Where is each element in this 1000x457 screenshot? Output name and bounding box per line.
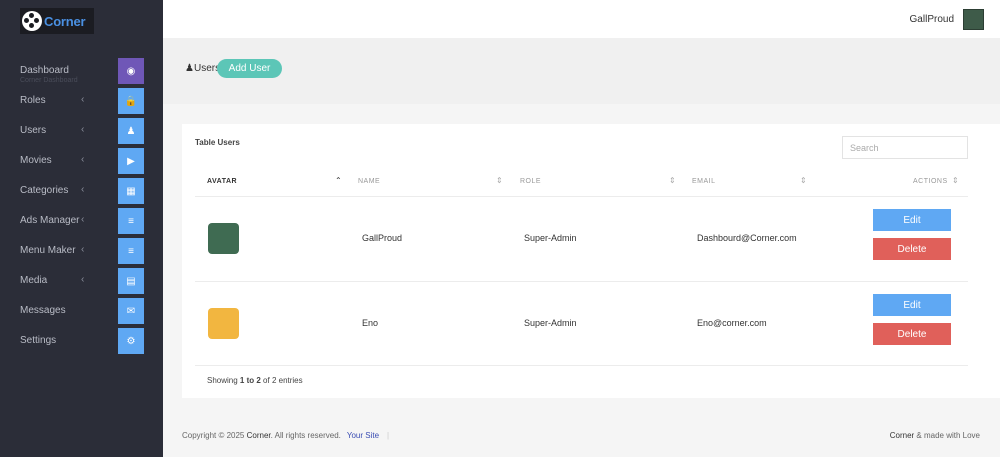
user-name[interactable]: GallProud <box>910 14 954 25</box>
row-avatar <box>208 223 239 254</box>
row-role: Super-Admin <box>524 318 577 328</box>
sidebar-item-label: Roles <box>20 95 46 106</box>
sidebar-item-ads-manager[interactable]: Ads Manager ‹ ≡ <box>0 206 163 236</box>
inbox-icon[interactable]: ✉ <box>118 298 144 324</box>
row-name: Eno <box>362 318 379 328</box>
delete-button[interactable]: Delete <box>873 238 951 260</box>
table-title: Table Users <box>195 138 240 147</box>
divider <box>195 365 968 366</box>
chevron-left-icon[interactable]: ‹ <box>81 184 84 195</box>
sidebar-item-label: Movies <box>20 155 52 166</box>
user-avatar[interactable] <box>963 9 984 30</box>
chevron-left-icon[interactable]: ‹ <box>81 154 84 165</box>
sidebar: Corner Dashboard Corner Dashboard ◉ Roles ‹ 🔒… <box>0 0 163 457</box>
chevron-left-icon[interactable]: ‹ <box>81 214 84 225</box>
sidebar-item-settings[interactable]: Settings ⚙ <box>0 326 163 356</box>
sidebar-item-dashboard[interactable]: Dashboard Corner Dashboard ◉ <box>0 56 163 86</box>
chevron-left-icon[interactable]: ‹ <box>81 124 84 135</box>
your-site-link[interactable]: Your Site <box>347 431 379 440</box>
folder-icon[interactable]: ▤ <box>118 268 144 294</box>
gear-icon[interactable]: ⚙ <box>118 328 144 354</box>
chevron-left-icon[interactable]: ‹ <box>81 274 84 285</box>
sidebar-item-label: Messages <box>20 305 66 316</box>
copyright: Copyright © 2025 Corner. All rights rese… <box>182 431 390 440</box>
app-name: Corner <box>44 13 86 29</box>
sidebar-item-media[interactable]: Media ‹ ▤ <box>0 266 163 296</box>
list-icon[interactable]: ≡ <box>118 208 144 234</box>
lock-icon[interactable]: 🔒 <box>118 88 144 114</box>
delete-button[interactable]: Delete <box>873 323 951 345</box>
table-row: GallProud Super-Admin Dashbourd@Corner.c… <box>182 196 1000 280</box>
sort-icon[interactable]: ⇕ <box>952 176 959 185</box>
column-header-avatar[interactable]: AVATAR <box>207 178 237 185</box>
sidebar-item-menu-maker[interactable]: Menu Maker ‹ ≡ <box>0 236 163 266</box>
target-icon[interactable]: ◉ <box>118 58 144 84</box>
column-header-name[interactable]: NAME <box>358 178 380 185</box>
edit-button[interactable]: Edit <box>873 209 951 231</box>
column-header-email[interactable]: EMAIL <box>692 178 716 185</box>
chevron-left-icon[interactable]: ‹ <box>81 94 84 105</box>
sidebar-item-users[interactable]: Users ‹ ♟ <box>0 116 163 146</box>
sort-icon[interactable]: ⇕ <box>800 176 807 185</box>
column-header-role[interactable]: ROLE <box>520 178 541 185</box>
person-icon[interactable]: ♟ <box>118 118 144 144</box>
sidebar-item-label: Ads Manager <box>20 215 80 226</box>
page-header: ♟Users Add User <box>163 38 1000 104</box>
sidebar-item-label: Settings <box>20 335 57 346</box>
topbar: GallProud <box>163 0 1000 38</box>
sidebar-item-categories[interactable]: Categories ‹ ▦ <box>0 176 163 206</box>
sidebar-item-label: Dashboard <box>20 65 69 76</box>
person-icon: ♟ <box>185 63 194 74</box>
edit-button[interactable]: Edit <box>873 294 951 316</box>
sidebar-item-messages[interactable]: Messages ✉ <box>0 296 163 326</box>
sidebar-item-subtitle: Corner Dashboard <box>20 77 78 84</box>
table-row: Eno Super-Admin Eno@corner.com Edit Dele… <box>182 281 1000 365</box>
breadcrumb: ♟Users <box>185 63 220 74</box>
film-reel-icon <box>22 11 42 31</box>
sidebar-item-movies[interactable]: Movies ‹ ▶ <box>0 146 163 176</box>
row-avatar <box>208 308 239 339</box>
search-input[interactable] <box>842 136 968 159</box>
sidebar-item-label: Media <box>20 275 48 286</box>
sidebar-item-label: Menu Maker <box>20 245 76 256</box>
app-logo[interactable]: Corner <box>20 8 94 34</box>
chevron-left-icon[interactable]: ‹ <box>81 244 84 255</box>
row-name: GallProud <box>362 233 403 243</box>
sidebar-item-label: Categories <box>20 185 69 196</box>
sidebar-item-roles[interactable]: Roles ‹ 🔒 <box>0 86 163 116</box>
column-header-actions[interactable]: ACTIONS <box>913 178 948 185</box>
users-table-card: Table Users AVATAR ⌃ NAME ⇕ ROLE ⇕ EMAIL… <box>182 124 1000 398</box>
sidebar-item-label: Users <box>20 125 47 136</box>
menu-icon[interactable]: ≡ <box>118 238 144 264</box>
sort-icon[interactable]: ⇕ <box>669 176 676 185</box>
sort-icon[interactable]: ⇕ <box>496 176 503 185</box>
footer: Copyright © 2025 Corner. All rights rese… <box>163 400 1000 457</box>
youtube-icon[interactable]: ▶ <box>118 148 144 174</box>
made-with-love: Corner & made with Love <box>889 431 980 440</box>
sort-asc-icon[interactable]: ⌃ <box>335 176 342 185</box>
pagination-info: Showing 1 to 2 of 2 entries <box>207 376 303 385</box>
row-email: Dashbourd@Corner.com <box>697 233 797 243</box>
row-role: Super-Admin <box>524 233 577 243</box>
add-user-button[interactable]: Add User <box>217 59 282 78</box>
image-icon[interactable]: ▦ <box>118 178 144 204</box>
row-email: Eno@corner.com <box>697 318 767 328</box>
